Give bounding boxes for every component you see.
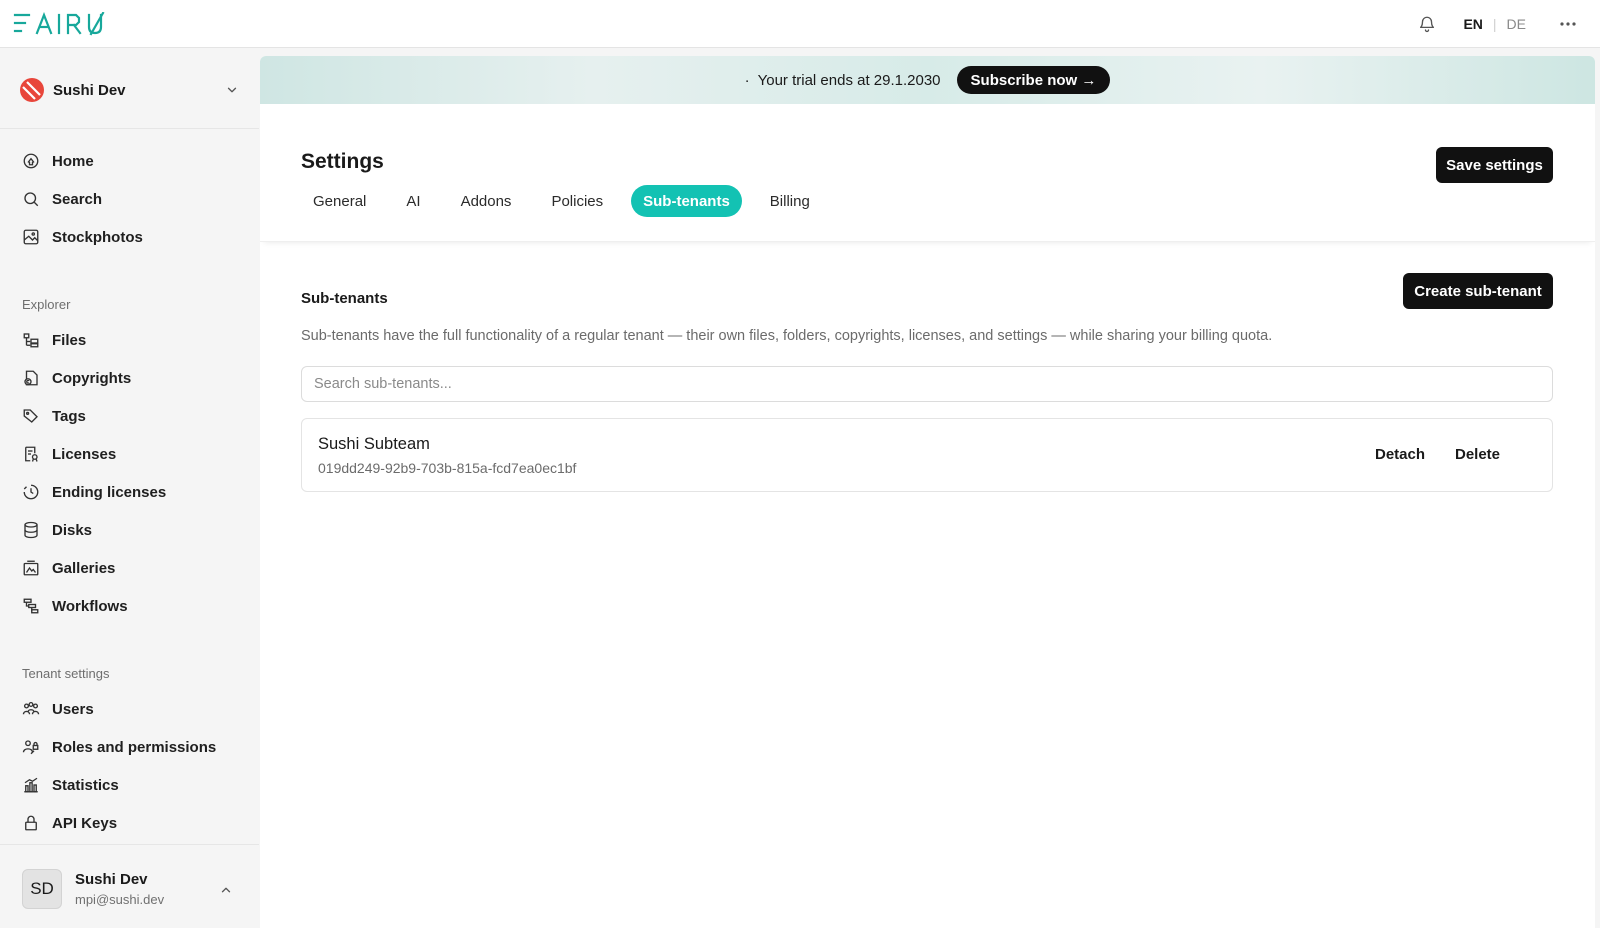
- sidebar-item-roles-and-permissions[interactable]: Roles and permissions: [22, 734, 216, 760]
- tab-ai[interactable]: AI: [394, 185, 432, 217]
- sub-tenant-name: Sushi Subteam: [318, 435, 430, 453]
- sidebar-item-label: Galleries: [52, 559, 116, 577]
- explorer-section-label: Explorer: [22, 297, 71, 312]
- tag-icon: [22, 407, 40, 425]
- settings-header: Settings Save settings General AI Addons…: [260, 104, 1595, 242]
- sidebar-divider: [0, 128, 259, 129]
- language-de[interactable]: DE: [1507, 16, 1526, 32]
- sidebar-item-label: Disks: [52, 521, 93, 539]
- section-description: Sub-tenants have the full functionality …: [301, 328, 1273, 344]
- roles-icon: [22, 738, 40, 756]
- sidebar-item-tags[interactable]: Tags: [22, 403, 86, 429]
- avatar: SD: [22, 869, 62, 909]
- top-bar: EN | DE: [0, 0, 1600, 48]
- tab-sub-tenants[interactable]: Sub-tenants: [631, 185, 742, 217]
- sidebar-item-label: API Keys: [52, 814, 118, 832]
- licenses-icon: [22, 445, 40, 463]
- sidebar-item-stockphotos[interactable]: Stockphotos: [22, 224, 143, 250]
- user-name: Sushi Dev: [75, 871, 148, 888]
- sidebar-item-users[interactable]: Users: [22, 696, 94, 722]
- sidebar-item-api-keys[interactable]: API Keys: [22, 810, 117, 836]
- user-email: mpi@sushi.dev: [75, 892, 165, 907]
- home-icon: [22, 152, 40, 170]
- sidebar-item-label: Workflows: [52, 597, 128, 615]
- sidebar-item-label: Search: [52, 190, 103, 208]
- sidebar-item-label: Tags: [52, 407, 86, 425]
- sidebar-item-label: Statistics: [52, 776, 119, 794]
- sidebar-item-disks[interactable]: Disks: [22, 517, 92, 543]
- copyrights-icon: [22, 369, 40, 387]
- sidebar-item-label: Stockphotos: [52, 228, 143, 246]
- detach-button[interactable]: Detach: [1375, 446, 1425, 463]
- tenant-settings-section-label: Tenant settings: [22, 666, 110, 681]
- users-icon: [22, 700, 40, 718]
- search-icon: [22, 190, 40, 208]
- tenant-switcher[interactable]: Sushi Dev: [20, 70, 239, 110]
- sidebar-item-licenses[interactable]: Licenses: [22, 441, 116, 467]
- galleries-icon: [22, 559, 40, 577]
- sidebar-item-workflows[interactable]: Workflows: [22, 593, 128, 619]
- subscribe-now-button[interactable]: Subscribe now →: [956, 66, 1111, 94]
- banner-dot: ·: [744, 71, 750, 89]
- stockphotos-icon: [22, 228, 40, 246]
- sidebar-item-label: Copyrights: [52, 369, 132, 387]
- trial-text: Your trial ends at 29.1.2030: [757, 71, 941, 89]
- chevron-down-icon: [225, 83, 239, 97]
- tab-addons[interactable]: Addons: [449, 185, 524, 217]
- more-options-icon[interactable]: [1558, 14, 1578, 34]
- delete-button[interactable]: Delete: [1455, 446, 1500, 463]
- sidebar-item-label: Licenses: [52, 445, 117, 463]
- tab-billing[interactable]: Billing: [758, 185, 822, 217]
- sidebar-item-label: Roles and permissions: [52, 738, 217, 756]
- notification-bell-icon[interactable]: [1417, 14, 1437, 34]
- section-title: Sub-tenants: [301, 290, 388, 307]
- ending-licenses-icon: [22, 483, 40, 501]
- logo-wordmark-icon: [13, 12, 105, 36]
- sidebar-item-files[interactable]: Files: [22, 327, 86, 353]
- sidebar-item-home[interactable]: Home: [22, 148, 94, 174]
- lock-icon: [22, 814, 40, 832]
- statistics-icon: [22, 776, 40, 794]
- sidebar-item-statistics[interactable]: Statistics: [22, 772, 119, 798]
- sidebar-item-copyrights[interactable]: Copyrights: [22, 365, 131, 391]
- language-en[interactable]: EN: [1463, 16, 1482, 32]
- create-sub-tenant-button[interactable]: Create sub-tenant: [1403, 273, 1553, 309]
- sidebar-item-label: Users: [52, 700, 94, 718]
- tenant-name: Sushi Dev: [53, 81, 126, 99]
- trial-banner: · Your trial ends at 29.1.2030 Subscribe…: [260, 56, 1595, 104]
- sidebar: Sushi Dev Home Search Stockphotos Explor…: [0, 48, 259, 928]
- user-menu[interactable]: SD Sushi Dev mpi@sushi.dev: [0, 844, 259, 928]
- save-settings-button[interactable]: Save settings: [1436, 147, 1553, 183]
- sidebar-item-label: Home: [52, 152, 94, 170]
- language-separator: |: [1492, 16, 1497, 32]
- sub-tenant-id: 019dd249-92b9-703b-815a-fcd7ea0ec1bf: [318, 460, 577, 476]
- sidebar-item-label: Files: [52, 331, 87, 349]
- tab-policies[interactable]: Policies: [539, 185, 615, 217]
- list-item: Sushi Subteam 019dd249-92b9-703b-815a-fc…: [301, 418, 1553, 492]
- search-sub-tenants-input[interactable]: [301, 366, 1553, 402]
- main-panel: · Your trial ends at 29.1.2030 Subscribe…: [260, 56, 1595, 928]
- tab-general[interactable]: General: [301, 185, 378, 217]
- tenant-logo-icon: [20, 78, 44, 102]
- fairu-logo[interactable]: [13, 11, 111, 37]
- disks-icon: [22, 521, 40, 539]
- files-icon: [22, 331, 40, 349]
- settings-tabs: General AI Addons Policies Sub-tenants B…: [301, 185, 838, 217]
- sidebar-item-galleries[interactable]: Galleries: [22, 555, 115, 581]
- workflows-icon: [22, 597, 40, 615]
- sidebar-item-search[interactable]: Search: [22, 186, 102, 212]
- sidebar-item-ending-licenses[interactable]: Ending licenses: [22, 479, 166, 505]
- chevron-up-icon[interactable]: [219, 883, 235, 899]
- page-title: Settings: [301, 150, 384, 173]
- sidebar-item-label: Ending licenses: [52, 483, 167, 501]
